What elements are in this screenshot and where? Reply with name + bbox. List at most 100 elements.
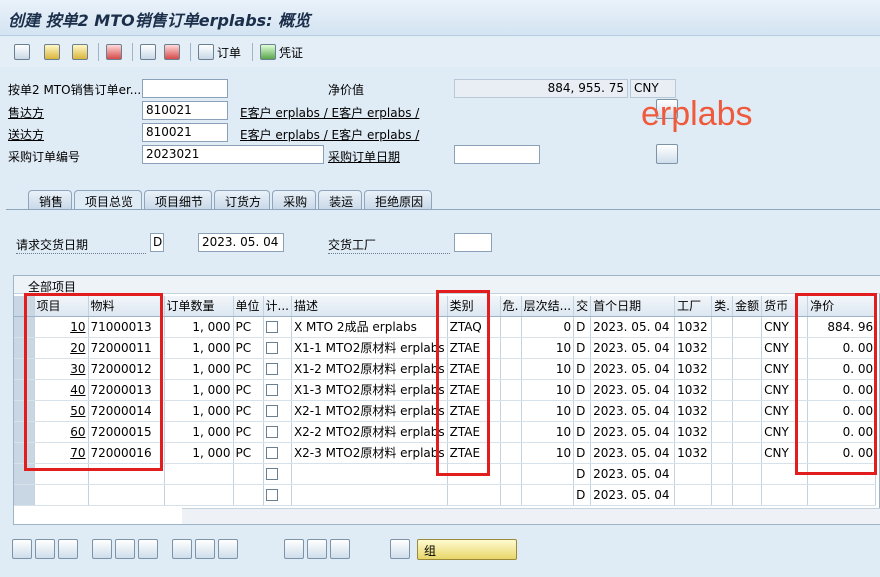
paste-row-icon[interactable] [138, 539, 158, 559]
type-cell[interactable] [711, 484, 734, 506]
hierarchy-cell[interactable] [521, 484, 575, 506]
qty-cell[interactable] [164, 484, 234, 506]
qty-cell[interactable]: 1, 000 [164, 442, 234, 464]
calc-cell[interactable] [263, 442, 292, 464]
amount-cell[interactable] [732, 316, 763, 338]
col-hierarchy[interactable]: 层次结... [521, 296, 575, 317]
material-cell[interactable] [88, 484, 165, 506]
qty-cell[interactable]: 1, 000 [164, 400, 234, 422]
amount-cell[interactable] [732, 421, 763, 443]
delivery-plant-field[interactable] [454, 233, 492, 252]
calc-cell[interactable] [263, 337, 292, 359]
category-cell[interactable] [447, 484, 501, 506]
delivery-cell[interactable]: D [573, 379, 592, 401]
col-first-date[interactable]: 首个日期 [590, 296, 676, 317]
first-date-cell[interactable]: 2023. 05. 04 [590, 316, 676, 338]
qty-cell[interactable]: 1, 000 [164, 379, 234, 401]
amount-cell[interactable] [732, 358, 763, 380]
row-checkbox[interactable] [265, 405, 278, 417]
row-checkbox[interactable] [265, 363, 278, 375]
row-checkbox[interactable] [265, 468, 278, 480]
copy-button[interactable] [140, 41, 156, 63]
voucher-button[interactable]: 凭证 [260, 41, 303, 63]
tab-ordering-party[interactable]: 订货方 [214, 190, 271, 210]
type-cell[interactable] [711, 463, 734, 485]
hierarchy-cell[interactable]: 10 [521, 421, 575, 443]
col-plant[interactable]: 工厂 [674, 296, 713, 317]
delete-button[interactable] [164, 41, 180, 63]
plant-cell[interactable] [674, 463, 713, 485]
first-date-cell[interactable]: 2023. 05. 04 [590, 463, 676, 485]
home-button[interactable] [106, 41, 122, 63]
amount-cell[interactable] [732, 379, 763, 401]
plant-cell[interactable]: 1032 [674, 421, 713, 443]
qty-cell[interactable]: 1, 000 [164, 337, 234, 359]
description-cell[interactable]: X2-1 MTO2原材料 erplabs [291, 400, 448, 422]
tab-item-detail[interactable]: 项目细节 [144, 190, 213, 210]
hazard-cell[interactable] [500, 400, 522, 422]
qty-cell[interactable]: 1, 000 [164, 421, 234, 443]
type-cell[interactable] [711, 337, 734, 359]
insert-row-icon[interactable] [92, 539, 112, 559]
sold-to-name[interactable]: E客户 erplabs / E客户 erplabs / [240, 104, 419, 121]
req-date-type-field[interactable]: D [150, 233, 164, 252]
hierarchy-cell[interactable]: 10 [521, 358, 575, 380]
hazard-cell[interactable] [500, 316, 522, 338]
qty-cell[interactable] [164, 463, 234, 485]
req-date-field[interactable]: 2023. 05. 04 [198, 233, 284, 252]
tab-procurement[interactable]: 采购 [272, 190, 317, 210]
hierarchy-cell[interactable]: 10 [521, 337, 575, 359]
delivery-cell[interactable]: D [573, 316, 592, 338]
col-unit[interactable]: 单位 [233, 296, 264, 317]
hazard-cell[interactable] [500, 463, 522, 485]
plant-cell[interactable]: 1032 [674, 442, 713, 464]
po-date-field[interactable] [454, 145, 540, 164]
delivery-cell[interactable]: D [573, 442, 592, 464]
description-cell[interactable]: X1-2 MTO2原材料 erplabs [291, 358, 448, 380]
unit-cell[interactable]: PC [233, 358, 264, 380]
hazard-cell[interactable] [500, 421, 522, 443]
calc-cell[interactable] [263, 463, 292, 485]
plant-cell[interactable]: 1032 [674, 400, 713, 422]
delivery-cell[interactable]: D [573, 337, 592, 359]
print-icon[interactable] [390, 539, 410, 559]
calc-cell[interactable] [263, 358, 292, 380]
currency-cell[interactable] [761, 484, 809, 506]
hierarchy-cell[interactable]: 10 [521, 379, 575, 401]
plant-cell[interactable]: 1032 [674, 316, 713, 338]
type-cell[interactable] [711, 316, 734, 338]
amount-cell[interactable] [732, 484, 763, 506]
hierarchy-cell[interactable] [521, 463, 575, 485]
unit-cell[interactable] [233, 484, 264, 506]
copy-row-icon[interactable] [115, 539, 135, 559]
description-cell[interactable]: X2-3 MTO2原材料 erplabs [291, 442, 448, 464]
ship-to-field[interactable]: 810021 [142, 123, 228, 142]
hierarchy-cell[interactable]: 10 [521, 442, 575, 464]
first-date-cell[interactable]: 2023. 05. 04 [590, 379, 676, 401]
group-button[interactable]: 组 [417, 539, 517, 560]
sold-to-field[interactable]: 810021 [142, 101, 228, 120]
calc-cell[interactable] [263, 421, 292, 443]
sort-icon[interactable] [172, 539, 192, 559]
configure-icon[interactable] [284, 539, 304, 559]
hazard-cell[interactable] [500, 442, 522, 464]
amount-cell[interactable] [732, 400, 763, 422]
select-all-icon[interactable] [35, 539, 55, 559]
delivery-cell[interactable]: D [573, 421, 592, 443]
col-hazard[interactable]: 危. [500, 296, 522, 317]
unit-cell[interactable]: PC [233, 442, 264, 464]
type-cell[interactable] [711, 379, 734, 401]
amount-cell[interactable] [732, 337, 763, 359]
unit-cell[interactable]: PC [233, 421, 264, 443]
first-date-cell[interactable]: 2023. 05. 04 [590, 358, 676, 380]
calc-cell[interactable] [263, 400, 292, 422]
type-cell[interactable] [711, 400, 734, 422]
description-cell[interactable] [291, 484, 448, 506]
row-checkbox[interactable] [265, 489, 278, 501]
analysis-icon[interactable] [307, 539, 327, 559]
details-icon[interactable] [12, 539, 32, 559]
description-cell[interactable]: X MTO 2成品 erplabs [291, 316, 448, 338]
unit-cell[interactable]: PC [233, 400, 264, 422]
col-type[interactable]: 类. [711, 296, 734, 317]
col-description[interactable]: 描述 [291, 296, 448, 317]
